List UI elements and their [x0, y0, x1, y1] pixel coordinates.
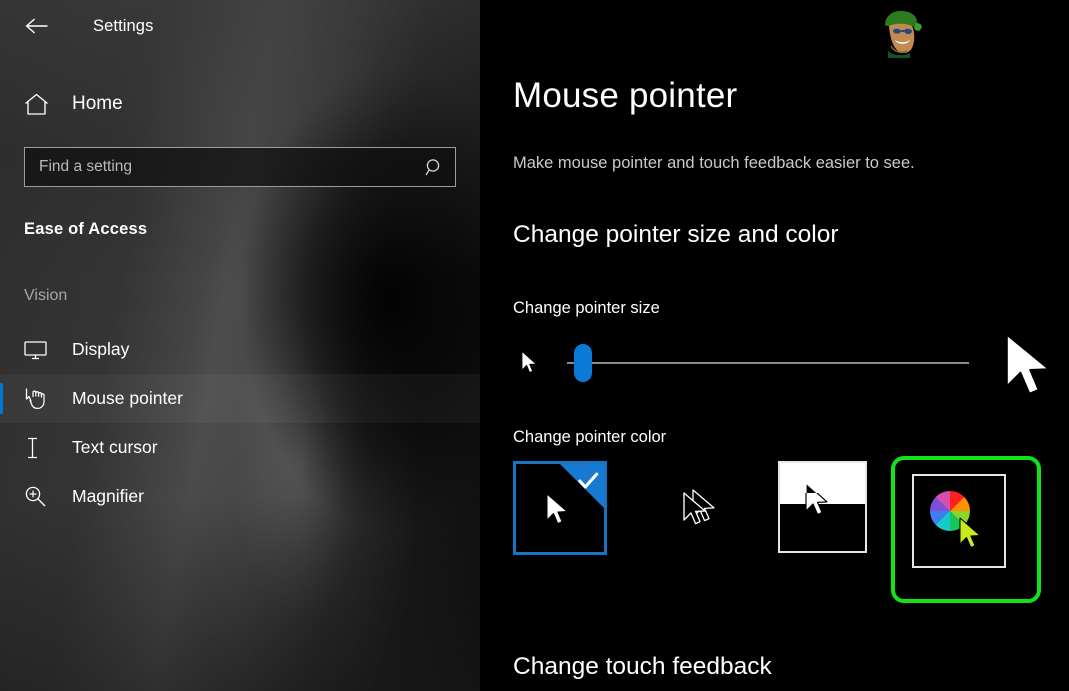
- sidebar-item-text-cursor-label: Text cursor: [72, 437, 158, 457]
- pointer-color-label: Change pointer color: [513, 428, 667, 446]
- sidebar-item-display[interactable]: Display: [0, 325, 480, 374]
- check-icon: [578, 472, 599, 489]
- pointer-color-option-custom[interactable]: [912, 474, 1006, 568]
- monitor-icon: [24, 340, 54, 360]
- magnifier-icon: [24, 485, 54, 508]
- sidebar-item-home[interactable]: Home: [0, 87, 480, 121]
- slider-thumb[interactable]: [574, 344, 593, 382]
- sidebar-item-display-label: Display: [72, 339, 130, 359]
- pointer-color-option-inverted[interactable]: [778, 461, 867, 553]
- page-title: Mouse pointer: [513, 76, 738, 115]
- pointer-size-slider[interactable]: [549, 343, 969, 383]
- sidebar-group-label: Vision: [24, 287, 68, 304]
- inverted-pointer-preview-icon: [805, 482, 828, 516]
- app-title: Settings: [93, 16, 154, 35]
- search-icon[interactable]: [423, 158, 445, 177]
- section-heading-touch-feedback: Change touch feedback: [513, 653, 772, 680]
- category-title: Ease of Access: [24, 220, 148, 238]
- pointer-size-label: Change pointer size: [513, 299, 660, 317]
- pointer-color-options: [513, 456, 1069, 603]
- sidebar-item-magnifier[interactable]: Magnifier: [0, 472, 480, 521]
- user-avatar-icon[interactable]: [876, 6, 926, 58]
- sidebar-item-text-cursor[interactable]: Text cursor: [0, 423, 480, 472]
- custom-color-pointer-preview-icon: [959, 517, 981, 548]
- sidebar-item-home-label: Home: [72, 93, 123, 114]
- large-pointer-icon: [1002, 332, 1058, 409]
- slider-track: [567, 362, 969, 364]
- sidebar-item-magnifier-label: Magnifier: [72, 486, 144, 506]
- black-pointer-preview-icon: [692, 489, 715, 522]
- main-content: Mouse pointer Make mouse pointer and tou…: [480, 0, 1069, 691]
- mouse-pointer-hand-icon: [24, 387, 54, 410]
- title-bar: Settings: [0, 0, 480, 52]
- sidebar-item-mouse-pointer-label: Mouse pointer: [72, 388, 183, 408]
- page-subtitle: Make mouse pointer and touch feedback ea…: [513, 154, 915, 172]
- small-pointer-icon: [513, 350, 547, 376]
- search-box[interactable]: [24, 147, 456, 187]
- section-heading-size-color: Change pointer size and color: [513, 221, 839, 248]
- sidebar-nav-list: Display Mouse pointer Text cursor Magnif…: [0, 325, 480, 521]
- text-cursor-icon: [24, 437, 54, 459]
- pointer-color-option-white[interactable]: [513, 461, 607, 555]
- back-arrow-icon: [25, 17, 49, 35]
- back-button[interactable]: [14, 10, 60, 42]
- pointer-size-slider-row: [513, 332, 1069, 395]
- selection-accent-bar: [0, 383, 3, 414]
- pointer-color-option-black[interactable]: [662, 461, 756, 555]
- search-input[interactable]: [39, 158, 423, 176]
- sidebar-item-mouse-pointer[interactable]: Mouse pointer: [0, 374, 480, 423]
- home-icon: [24, 93, 54, 116]
- settings-sidebar: Settings Home Ease o: [0, 0, 480, 691]
- white-pointer-preview-icon: [546, 493, 568, 524]
